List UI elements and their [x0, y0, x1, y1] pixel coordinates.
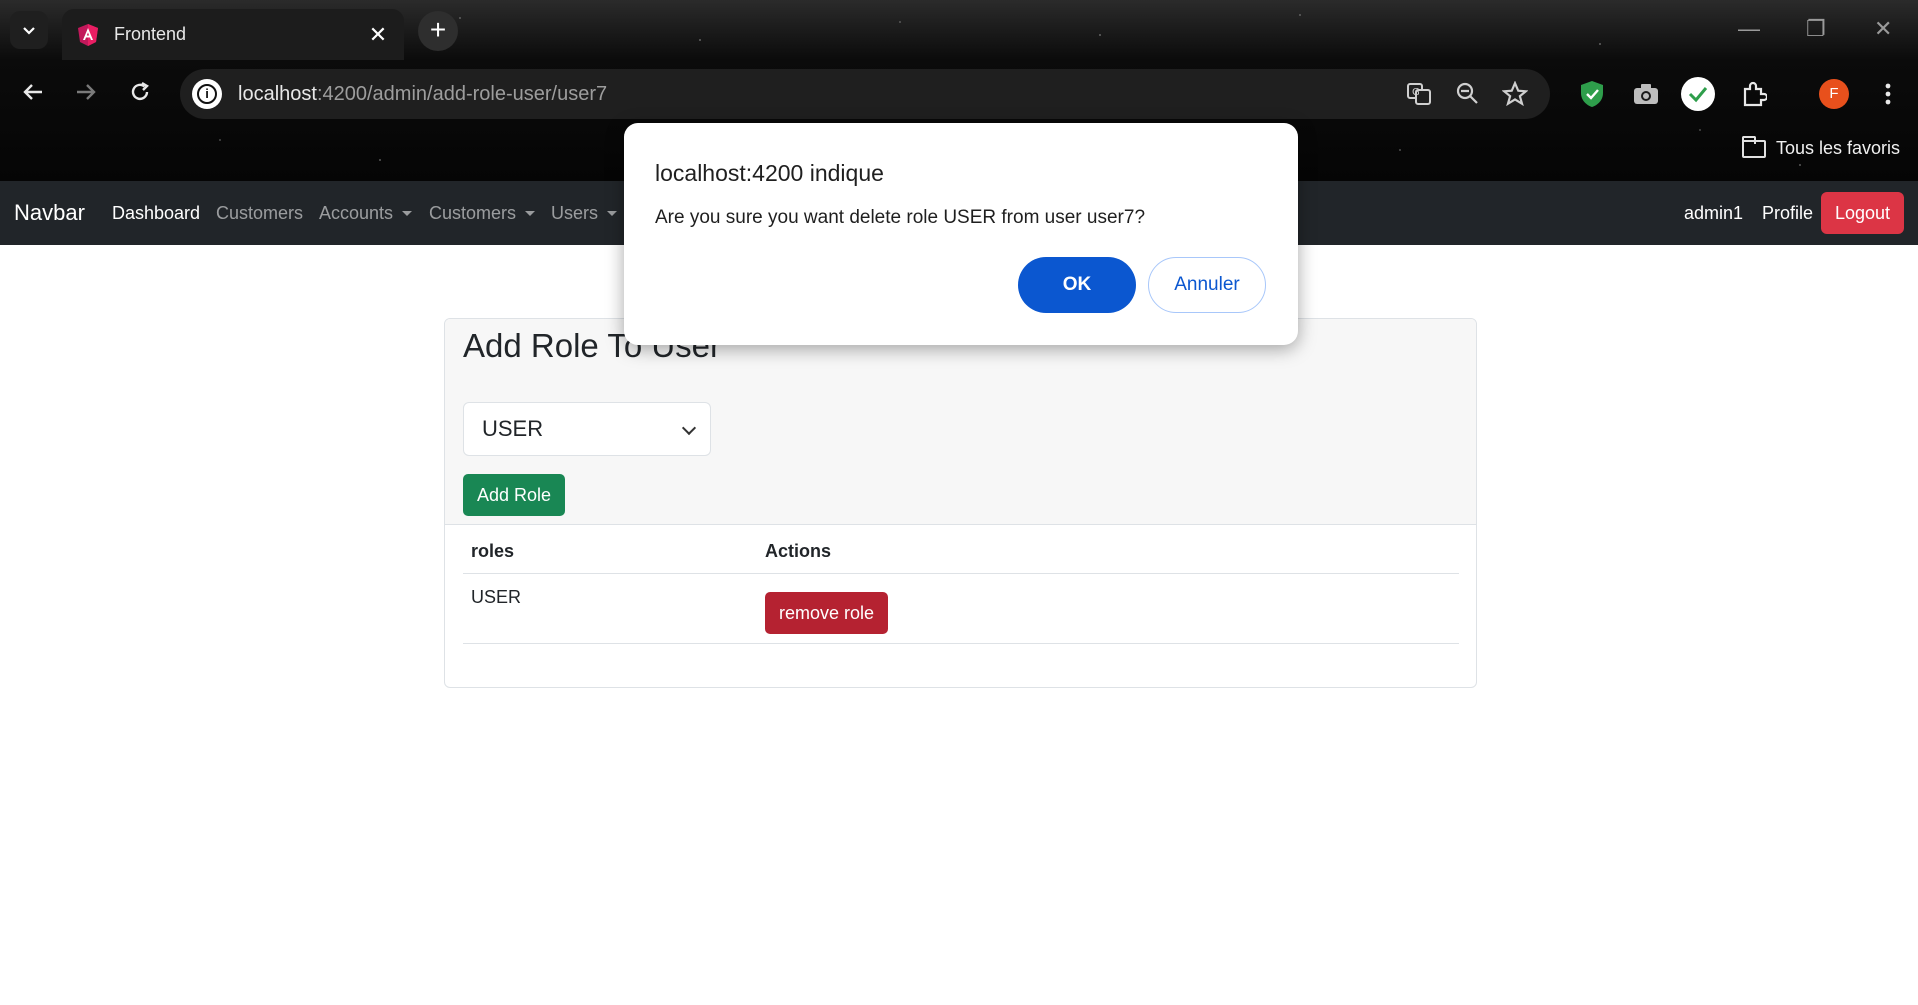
- nav-profile[interactable]: Profile: [1762, 203, 1813, 224]
- nav-username[interactable]: admin1: [1684, 203, 1743, 224]
- browser-tab[interactable]: Frontend ✕: [62, 9, 404, 60]
- address-bar[interactable]: i localhost:4200/admin/add-role-user/use…: [180, 69, 1550, 119]
- profile-avatar[interactable]: F: [1816, 76, 1852, 112]
- card-header: Add Role To User USER Add Role: [445, 319, 1476, 525]
- dialog-message: Are you sure you want delete role USER f…: [655, 207, 1146, 228]
- minimize-icon[interactable]: —: [1738, 16, 1760, 42]
- navbar-brand[interactable]: Navbar: [14, 200, 85, 226]
- dialog-title: localhost:4200 indique: [655, 160, 884, 186]
- shield-extension-icon[interactable]: [1574, 76, 1610, 112]
- camera-extension-icon[interactable]: [1628, 76, 1664, 112]
- nav-accounts-dropdown[interactable]: Accounts: [319, 202, 413, 224]
- angular-icon: [76, 23, 100, 47]
- ok-button[interactable]: OK: [1018, 257, 1136, 313]
- url-text[interactable]: localhost:4200/admin/add-role-user/user7: [238, 83, 607, 106]
- caret-down-icon: [525, 211, 536, 217]
- all-bookmarks-button[interactable]: Tous les favoris: [1741, 135, 1900, 159]
- table-header-roles: roles: [471, 541, 515, 561]
- nav-users-label: Users: [551, 202, 599, 223]
- nav-customers[interactable]: Customers: [216, 203, 303, 224]
- folder-icon: [1741, 135, 1766, 158]
- restore-icon[interactable]: ❐: [1806, 16, 1826, 42]
- menu-icon[interactable]: [1870, 76, 1906, 112]
- close-window-icon[interactable]: ✕: [1874, 16, 1892, 42]
- svg-text:G: G: [1412, 87, 1420, 98]
- close-tab-icon[interactable]: ✕: [366, 22, 390, 48]
- forward-icon[interactable]: [66, 74, 106, 114]
- browser-toolbar: i localhost:4200/admin/add-role-user/use…: [0, 60, 1918, 128]
- table-divider: [463, 573, 1459, 574]
- cancel-button[interactable]: Annuler: [1148, 257, 1266, 313]
- profile-initial: F: [1819, 79, 1849, 109]
- nav-customers-dropdown[interactable]: Customers: [429, 202, 536, 224]
- new-tab-button[interactable]: +: [418, 11, 458, 51]
- role-select-value: USER: [482, 416, 544, 441]
- confirm-dialog: localhost:4200 indique Are you sure you …: [624, 123, 1298, 345]
- caret-down-icon: [607, 211, 618, 217]
- table-divider: [463, 643, 1459, 644]
- remove-role-button[interactable]: remove role: [765, 592, 889, 634]
- check-extension-icon[interactable]: [1680, 76, 1716, 112]
- tab-strip: Frontend ✕ + — ❐ ✕: [0, 0, 1918, 60]
- translate-icon[interactable]: G: [1406, 81, 1432, 113]
- back-icon[interactable]: [13, 74, 53, 114]
- chevron-down-icon: [681, 420, 697, 436]
- table-header-actions: Actions: [765, 541, 832, 561]
- all-bookmarks-label: Tous les favoris: [1775, 138, 1900, 158]
- role-select[interactable]: USER: [463, 402, 711, 456]
- logout-button[interactable]: Logout: [1820, 192, 1904, 234]
- zoom-icon[interactable]: [1455, 81, 1479, 111]
- tab-search-icon[interactable]: [10, 11, 48, 49]
- nav-customers-dropdown-label: Customers: [429, 202, 517, 223]
- caret-down-icon: [402, 211, 413, 217]
- tab-title: Frontend: [114, 24, 187, 44]
- role-cell: USER: [471, 587, 522, 607]
- nav-dashboard[interactable]: Dashboard: [112, 203, 200, 224]
- nav-users-dropdown[interactable]: Users: [551, 202, 618, 224]
- reload-icon[interactable]: [120, 74, 160, 114]
- bookmark-star-icon[interactable]: [1501, 80, 1529, 113]
- nav-accounts-label: Accounts: [319, 202, 394, 223]
- site-info-icon[interactable]: i: [192, 79, 222, 109]
- add-role-button[interactable]: Add Role: [463, 474, 566, 516]
- extensions-icon[interactable]: [1736, 76, 1772, 112]
- add-role-card: Add Role To User USER Add Role roles Act…: [444, 318, 1477, 688]
